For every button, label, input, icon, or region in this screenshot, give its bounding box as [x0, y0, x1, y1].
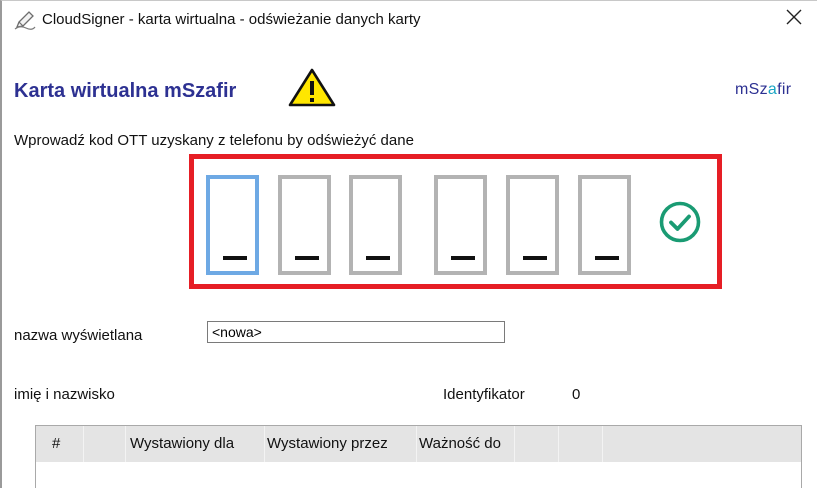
certificates-table[interactable]: # Wystawiony dla Wystawiony przez Ważnoś…: [35, 425, 802, 488]
display-name-input[interactable]: [207, 321, 505, 343]
digit-placeholder: [295, 256, 319, 260]
display-name-label: nazwa wyświetlana: [14, 327, 143, 344]
brand-text-end: fir: [777, 81, 792, 98]
otp-digit-4[interactable]: [434, 175, 487, 275]
otp-instruction: Wprowadź kod OTT uzyskany z telefonu by …: [14, 132, 414, 149]
digit-placeholder: [366, 256, 390, 260]
table-header: # Wystawiony dla Wystawiony przez Ważnoś…: [36, 426, 801, 462]
close-icon: [786, 9, 802, 30]
otp-highlight-frame: [189, 154, 722, 289]
brand-text-main: mSz: [735, 81, 768, 98]
column-header-blank[interactable]: [84, 426, 126, 462]
identifier-value: 0: [572, 386, 581, 403]
pen-icon: [14, 10, 36, 30]
digit-placeholder: [223, 256, 247, 260]
full-name-label: imię i nazwisko: [14, 386, 115, 403]
column-header-number[interactable]: #: [36, 426, 84, 462]
identifier-label: Identyfikator: [443, 386, 525, 403]
window-title: CloudSigner - karta wirtualna - odświeża…: [42, 11, 421, 28]
close-button[interactable]: [770, 1, 817, 37]
column-header-issued-by[interactable]: Wystawiony przez: [265, 426, 417, 462]
otp-digit-6[interactable]: [578, 175, 631, 275]
column-header-valid-until[interactable]: Ważność do: [417, 426, 515, 462]
check-circle-icon: [658, 200, 702, 244]
dialog-window: CloudSigner - karta wirtualna - odświeża…: [0, 0, 817, 488]
digit-placeholder: [523, 256, 547, 260]
column-header-issued-for[interactable]: Wystawiony dla: [126, 426, 265, 462]
digit-placeholder: [595, 256, 619, 260]
otp-digit-5[interactable]: [506, 175, 559, 275]
column-header-blank[interactable]: [515, 426, 559, 462]
digit-placeholder: [451, 256, 475, 260]
title-bar: CloudSigner - karta wirtualna - odświeża…: [2, 1, 817, 37]
column-header-blank[interactable]: [559, 426, 603, 462]
otp-digit-2[interactable]: [278, 175, 331, 275]
otp-digit-1[interactable]: [206, 175, 259, 275]
mszafir-logo: mSzafir: [735, 81, 791, 99]
brand-text-accent: a: [767, 81, 778, 98]
page-title: Karta wirtualna mSzafir: [14, 80, 237, 102]
warning-triangle-icon: [288, 67, 336, 107]
otp-digit-3[interactable]: [349, 175, 402, 275]
